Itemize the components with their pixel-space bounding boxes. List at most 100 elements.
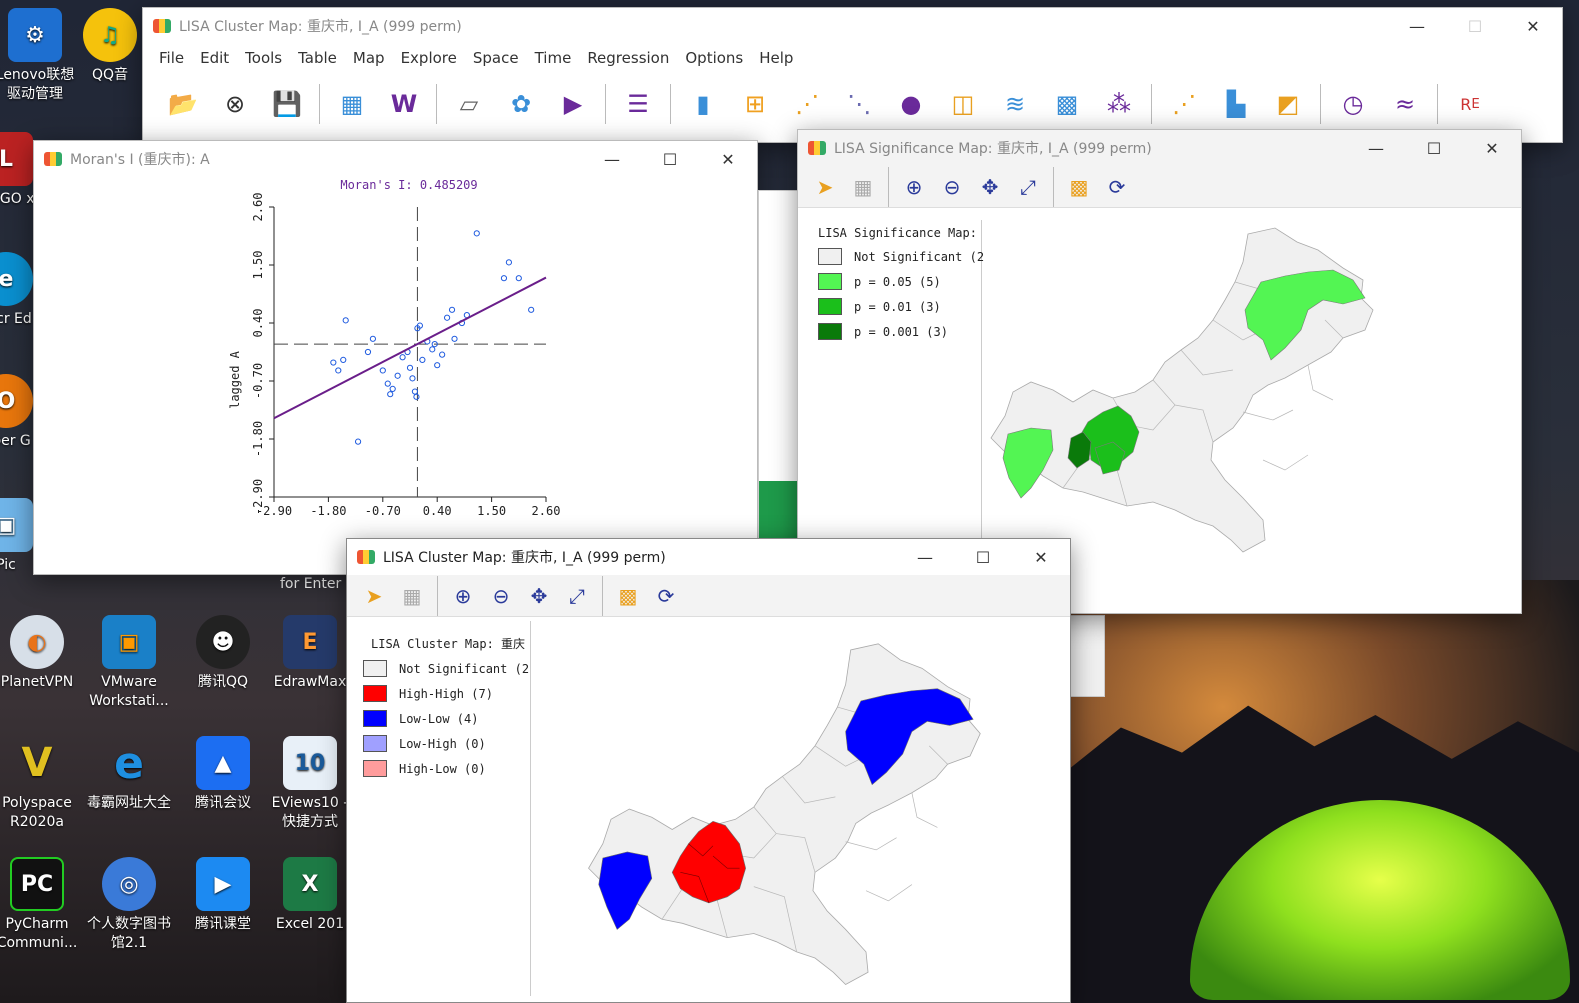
minimize-button[interactable]: —	[583, 141, 641, 177]
histogram-icon[interactable]: ▮	[681, 82, 725, 126]
significance-titlebar[interactable]: LISA Significance Map: 重庆市, I_A (999 per…	[798, 130, 1521, 166]
scatterplot-icon[interactable]: ⋰	[785, 82, 829, 126]
menu-explore[interactable]: Explore	[393, 49, 465, 67]
minimize-button[interactable]: —	[1347, 130, 1405, 166]
desktop-icon-lingo[interactable]: L LINGO x	[0, 132, 36, 209]
moran-scatter-icon[interactable]: ⋰	[1162, 82, 1206, 126]
play-icon[interactable]: ▶	[551, 82, 595, 126]
zoom-in-icon[interactable]: ⊕	[897, 170, 931, 204]
desktop-icon-vmware[interactable]: ▣ VMware Workstati...	[84, 615, 174, 711]
desktop-icon-eviews[interactable]: 10 EViews10 - 快捷方式	[270, 736, 350, 832]
close-button[interactable]: ✕	[1504, 8, 1562, 44]
legend-item[interactable]: Not Significant (2	[351, 656, 530, 681]
maximize-button[interactable]: ☐	[1405, 130, 1463, 166]
legend-item[interactable]: High-Low (0)	[351, 756, 530, 781]
menu-file[interactable]: File	[151, 49, 192, 67]
basemap-icon[interactable]: ▩	[611, 579, 645, 613]
basemap-icon[interactable]: ▩	[1062, 170, 1096, 204]
time-icon[interactable]: ◷	[1331, 82, 1375, 126]
desktop-icon-lenovo[interactable]: ⚙ Lenovo联想驱动管理	[0, 8, 80, 104]
desktop-icon-planetvpn[interactable]: ◐ PlanetVPN	[0, 615, 82, 692]
maximize-button[interactable]: ☐	[1446, 8, 1504, 44]
menu-time[interactable]: Time	[527, 49, 580, 67]
desktop-icon-edrawmax[interactable]: E EdrawMax	[270, 615, 350, 692]
geoda-app-icon	[808, 141, 826, 155]
menu-help[interactable]: Help	[751, 49, 801, 67]
conditional-plot-icon[interactable]: ▩	[1045, 82, 1089, 126]
moran-scatter-plot[interactable]: Moran's I: 0.485209 A lagged A -2.90-1.8…	[34, 177, 757, 547]
pointer-select-icon[interactable]: ➤	[808, 170, 842, 204]
desktop-icon-label: Lenovo联想驱动管理	[0, 67, 75, 102]
legend-item[interactable]: p = 0.001 (3)	[806, 319, 981, 344]
cluster-icon[interactable]: ⁂	[1097, 82, 1141, 126]
save-icon[interactable]: 💾	[265, 82, 309, 126]
close-button[interactable]: ✕	[1012, 539, 1070, 575]
desktop-icon-pic[interactable]: ▣ Pic	[0, 498, 36, 575]
menu-table[interactable]: Table	[290, 49, 345, 67]
menu-options[interactable]: Options	[677, 49, 751, 67]
zoom-out-icon[interactable]: ⊖	[935, 170, 969, 204]
zoom-out-icon[interactable]: ⊖	[484, 579, 518, 613]
legend-swatch	[363, 710, 387, 727]
desktop-icon-qqmusic[interactable]: ♫ QQ音	[78, 8, 142, 85]
main-titlebar[interactable]: LISA Cluster Map: 重庆市, I_A (999 perm) — …	[143, 8, 1562, 44]
menu-space[interactable]: Space	[465, 49, 527, 67]
regression-icon[interactable]: RE	[1448, 82, 1492, 126]
layer-icon[interactable]: ▦	[846, 170, 880, 204]
parallel-coordinate-icon[interactable]: ≋	[993, 82, 1037, 126]
minimize-button[interactable]: —	[1388, 8, 1446, 44]
bubble-chart-icon[interactable]: ●	[889, 82, 933, 126]
significance-map[interactable]	[988, 210, 1518, 585]
legend-item[interactable]: Not Significant (2	[806, 244, 984, 269]
fit-extent-icon[interactable]: ⤢	[560, 579, 594, 613]
moran-titlebar[interactable]: Moran's I (重庆市): A — ☐ ✕	[34, 141, 757, 177]
desktop-icon-tencent-class[interactable]: ▶ 腾讯课堂	[178, 857, 268, 934]
zoom-in-icon[interactable]: ⊕	[446, 579, 480, 613]
cluster-titlebar[interactable]: LISA Cluster Map: 重庆市, I_A (999 perm) — …	[347, 539, 1070, 575]
legend-item[interactable]: p = 0.01 (3)	[806, 294, 981, 319]
correlogram-icon[interactable]: ▙	[1214, 82, 1258, 126]
close-button[interactable]: ✕	[1463, 130, 1521, 166]
legend-item[interactable]: Low-High (0)	[351, 731, 530, 756]
maximize-button[interactable]: ☐	[954, 539, 1012, 575]
refresh-icon[interactable]: ⟳	[649, 579, 683, 613]
legend-item[interactable]: p = 0.05 (5)	[806, 269, 981, 294]
lisa-map-icon[interactable]: ◩	[1266, 82, 1310, 126]
select-icon[interactable]: ☰	[616, 82, 660, 126]
refresh-icon[interactable]: ⟳	[1100, 170, 1134, 204]
scatter-matrix-icon[interactable]: ⋱	[837, 82, 881, 126]
menu-tools[interactable]: Tools	[237, 49, 290, 67]
map-icon[interactable]: ▱	[447, 82, 491, 126]
desktop-icon-polyspace[interactable]: V Polyspace R2020a	[0, 736, 82, 832]
menu-map[interactable]: Map	[345, 49, 393, 67]
desktop-icon-tencent-meeting[interactable]: ▲ 腾讯会议	[178, 736, 268, 813]
desktop-icon-ie[interactable]: e 毒霸网址大全	[84, 736, 174, 813]
desktop-icon-edge[interactable]: e Micr Ed	[0, 252, 36, 329]
cartogram-icon[interactable]: ✿	[499, 82, 543, 126]
weights-icon[interactable]: W	[382, 82, 426, 126]
desktop-icon-library[interactable]: ◎ 个人数字图书馆2.1	[84, 857, 174, 953]
maximize-button[interactable]: ☐	[641, 141, 699, 177]
legend-item[interactable]: Low-Low (4)	[351, 706, 530, 731]
close-project-icon[interactable]: ⊗	[213, 82, 257, 126]
fit-extent-icon[interactable]: ⤢	[1011, 170, 1045, 204]
pan-icon[interactable]: ✥	[973, 170, 1007, 204]
open-folder-icon[interactable]: 📂	[161, 82, 205, 126]
desktop-icon-pycharm[interactable]: PC PyCharm Communi...	[0, 857, 82, 953]
minimize-button[interactable]: —	[896, 539, 954, 575]
boxplot-icon[interactable]: ⊞	[733, 82, 777, 126]
menu-edit[interactable]: Edit	[192, 49, 237, 67]
desktop-icon-qq[interactable]: ☻ 腾讯QQ	[178, 615, 268, 692]
desktop-icon-excel[interactable]: X Excel 201	[270, 857, 350, 934]
table-icon[interactable]: ▦	[330, 82, 374, 126]
desktop-icon-opera[interactable]: O Oper G	[0, 374, 36, 451]
layer-icon[interactable]: ▦	[395, 579, 429, 613]
menu-regression[interactable]: Regression	[579, 49, 677, 67]
close-button[interactable]: ✕	[699, 141, 757, 177]
averages-chart-icon[interactable]: ≈	[1383, 82, 1427, 126]
cluster-map[interactable]	[537, 621, 1067, 996]
3d-plot-icon[interactable]: ◫	[941, 82, 985, 126]
legend-item[interactable]: High-High (7)	[351, 681, 530, 706]
pan-icon[interactable]: ✥	[522, 579, 556, 613]
pointer-select-icon[interactable]: ➤	[357, 579, 391, 613]
